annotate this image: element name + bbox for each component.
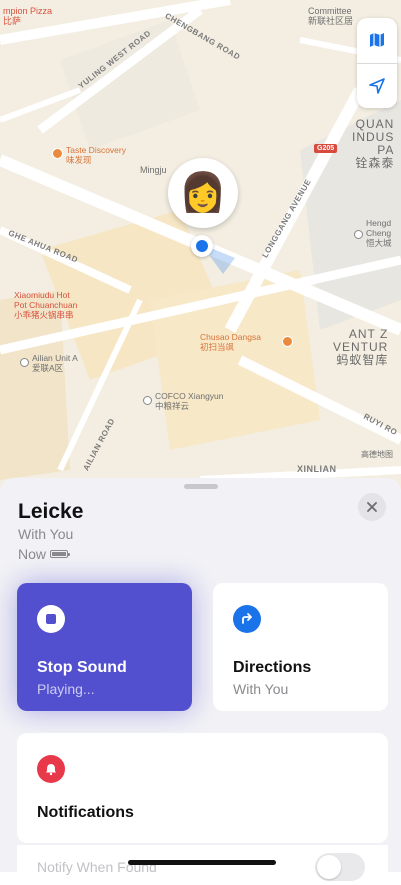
avatar-pin[interactable]: 👩	[168, 158, 238, 228]
notify-when-found-toggle[interactable]	[315, 853, 365, 881]
poi-pin[interactable]	[20, 358, 29, 367]
close-icon	[367, 502, 377, 512]
home-indicator[interactable]	[128, 860, 276, 865]
stop-sound-subtitle: Playing...	[37, 681, 95, 697]
current-location-dot	[191, 235, 213, 257]
current-location-button[interactable]	[357, 64, 397, 108]
battery-icon	[50, 550, 71, 558]
poi-pin[interactable]	[354, 230, 363, 239]
poi-hengda[interactable]: Hengd Cheng 恒大城	[366, 218, 392, 248]
person-emoji-icon: 👩	[179, 172, 227, 214]
stop-sound-button[interactable]: Stop Sound Playing...	[17, 583, 192, 711]
stop-sound-title: Stop Sound	[37, 659, 127, 676]
map-mode-button[interactable]	[357, 18, 397, 62]
map-icon	[370, 33, 384, 47]
poi-pin[interactable]	[52, 148, 63, 159]
map-view[interactable]: mpion Pizza 比萨 Committee 新联社区居 YULING WEST…	[0, 0, 401, 490]
area-label-quan: QUAN INDUS PA 铨森泰	[352, 117, 395, 170]
device-sheet: Leicke With You Now Stop Sound Playing..…	[0, 478, 401, 885]
poi-ailian[interactable]: Ailian Unit A 爱联A区	[32, 353, 78, 373]
road-label-xinlian: XINLIAN	[297, 464, 337, 474]
notifications-title: Notifications	[37, 804, 134, 821]
device-name: Leicke	[18, 500, 84, 523]
directions-subtitle: With You	[233, 681, 289, 697]
map-controls	[357, 18, 397, 108]
poi-pin[interactable]	[143, 396, 152, 405]
poi-taste-discovery[interactable]: Taste Discovery 味发现	[66, 145, 126, 165]
stop-icon	[37, 605, 65, 633]
map-label-mingju: Mingju	[140, 165, 167, 175]
highway-badge: G205	[314, 144, 338, 153]
bell-icon	[37, 755, 65, 783]
notifications-card: Notifications	[17, 733, 388, 843]
poi-pin[interactable]	[282, 336, 293, 347]
poi-cofco[interactable]: COFCO Xiangyun 中粮祥云	[155, 391, 224, 411]
location-arrow-icon	[369, 78, 385, 94]
area-label-antz: ANT Z VENTUR 蚂蚁智库	[333, 327, 389, 367]
sheet-grabber[interactable]	[184, 484, 218, 489]
device-status: With You	[18, 526, 74, 542]
close-button[interactable]	[358, 493, 386, 521]
poi-chusao[interactable]: Chusao Dangsa 初扫当飒	[200, 332, 261, 352]
notify-when-found-row[interactable]: Notify When Found	[17, 845, 388, 885]
directions-icon	[233, 605, 261, 633]
map-attribution: 高德地图	[361, 450, 393, 459]
poi-xiaomiudu[interactable]: Xiaomiudu Hot Pot Chuanchuan 小乖猪火锅串串	[14, 290, 77, 320]
device-time-label: Now	[18, 546, 47, 562]
map-label-pizza: mpion Pizza 比萨	[3, 6, 53, 26]
directions-title: Directions	[233, 659, 312, 676]
directions-button[interactable]: Directions With You	[213, 583, 388, 711]
device-time: Now	[18, 546, 71, 562]
map-label-committee: Committee 新联社区居	[308, 6, 354, 26]
